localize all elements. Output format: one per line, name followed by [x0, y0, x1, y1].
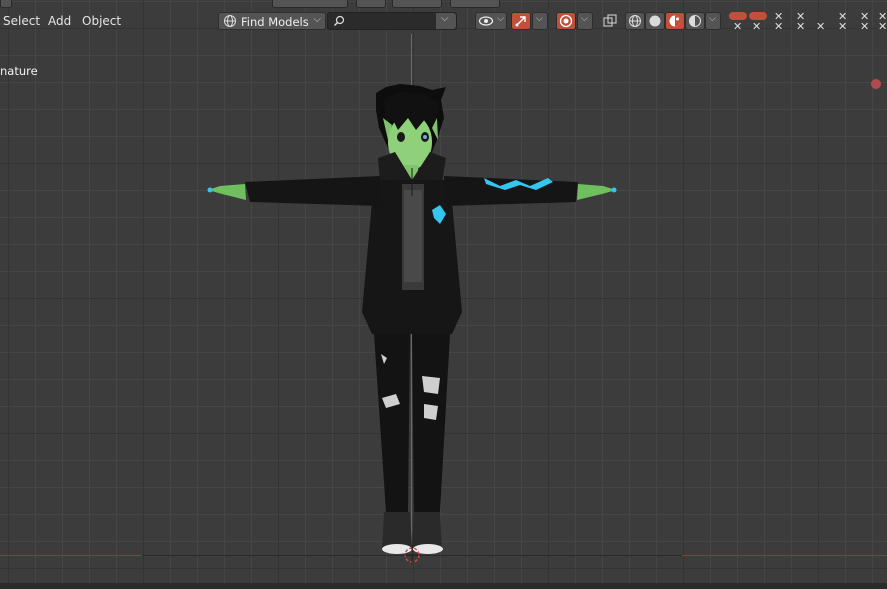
character-model[interactable] — [0, 0, 887, 589]
status-bar — [0, 583, 887, 589]
